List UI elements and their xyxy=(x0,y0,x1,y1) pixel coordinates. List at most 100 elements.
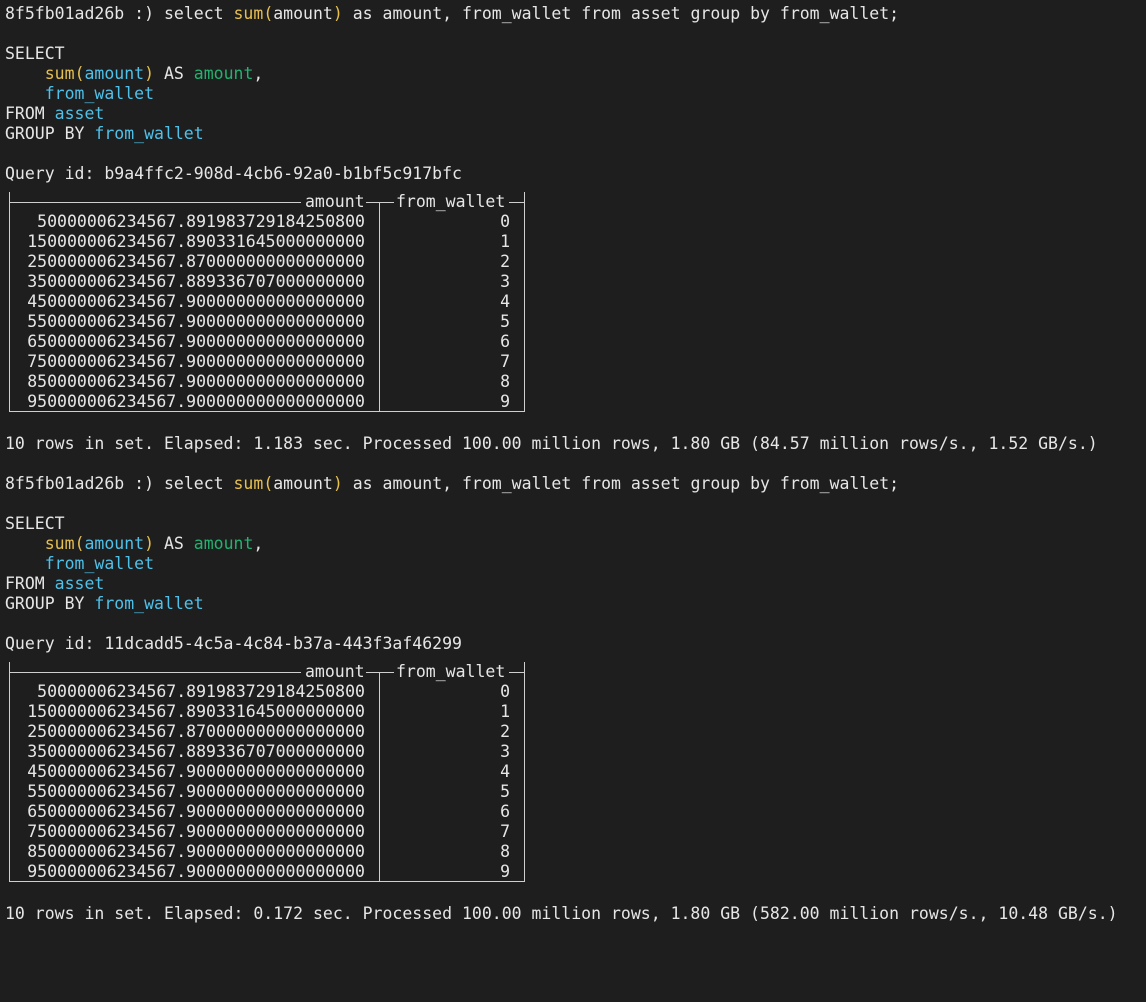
cell-from-wallet: 4 xyxy=(500,292,510,311)
query-id-value: 11dcadd5-4c5a-4c84-b37a-443f3af46299 xyxy=(104,634,462,653)
cell-from-wallet: 1 xyxy=(500,232,510,251)
cell-amount: 450000006234567.900000000000000000 xyxy=(27,292,365,311)
cell-amount: 50000006234567.891983729184250800 xyxy=(37,212,365,231)
formatted-select-expr: sum(amount) AS amount, xyxy=(5,534,1146,554)
identifier: from_wallet xyxy=(94,124,204,143)
cell-from-wallet: 5 xyxy=(500,312,510,331)
keyword: FROM xyxy=(5,104,55,123)
command-text: select xyxy=(163,474,234,493)
cell-from-wallet: 2 xyxy=(500,252,510,271)
table-row: 850000006234567.900000000000000000 8 xyxy=(9,842,525,862)
table-row: 50000006234567.891983729184250800 0 xyxy=(9,212,525,232)
cell-amount: 350000006234567.889336707000000000 xyxy=(27,272,365,291)
prompt-host: 8f5fb01ad26b :) xyxy=(5,4,164,23)
formatted-select: SELECT xyxy=(5,44,1146,64)
keyword: AS xyxy=(154,64,194,83)
paren: ( xyxy=(74,64,85,83)
paren: ( xyxy=(263,474,274,493)
table-row: 650000006234567.900000000000000000 6 xyxy=(9,332,525,352)
paren: ) xyxy=(144,64,155,83)
cell-amount: 250000006234567.870000000000000000 xyxy=(27,252,365,271)
cell-amount: 50000006234567.891983729184250800 xyxy=(37,682,365,701)
formatted-group-by: GROUP BY from_wallet xyxy=(5,124,1146,144)
function-name: sum xyxy=(44,64,75,83)
cell-amount: 350000006234567.889336707000000000 xyxy=(27,742,365,761)
table-row: 750000006234567.900000000000000000 7 xyxy=(9,822,525,842)
border-line xyxy=(509,672,525,673)
cell-amount: 850000006234567.900000000000000000 xyxy=(27,372,365,391)
cell-from-wallet: 6 xyxy=(500,802,510,821)
prompt-line: 8f5fb01ad26b :) select sum(amount) as am… xyxy=(5,4,1146,24)
column-header-amount: amount xyxy=(305,192,365,211)
table-row: 350000006234567.889336707000000000 3 xyxy=(9,742,525,762)
cell-amount: 150000006234567.890331645000000000 xyxy=(27,232,365,251)
cell-amount: 650000006234567.900000000000000000 xyxy=(27,802,365,821)
result-table: amount from_wallet 50000006234567.891983… xyxy=(9,192,525,414)
paren: ( xyxy=(263,4,274,23)
cell-from-wallet: 3 xyxy=(500,272,510,291)
summary-line: 10 rows in set. Elapsed: 1.183 sec. Proc… xyxy=(5,434,1098,453)
paren: ) xyxy=(144,534,155,553)
terminal-window[interactable]: 8f5fb01ad26b :) select sum(amount) as am… xyxy=(5,4,1146,1002)
command-text: as amount, from_wallet from asset group … xyxy=(342,474,900,493)
function-name: sum xyxy=(233,4,264,23)
column-header-amount: amount xyxy=(305,662,365,681)
table-row: 650000006234567.900000000000000000 6 xyxy=(9,802,525,822)
border-line xyxy=(9,202,301,203)
prompt-line: 8f5fb01ad26b :) select sum(amount) as am… xyxy=(5,474,1146,494)
comma: , xyxy=(253,64,264,83)
identifier: from_wallet xyxy=(44,554,155,573)
table-row: 450000006234567.900000000000000000 4 xyxy=(9,292,525,312)
result-table: amount from_wallet 50000006234567.891983… xyxy=(9,662,525,884)
paren: ) xyxy=(332,474,343,493)
function-name: sum xyxy=(233,474,264,493)
keyword: SELECT xyxy=(5,44,65,63)
formatted-from: FROM asset xyxy=(5,104,1146,124)
cell-amount: 950000006234567.900000000000000000 xyxy=(27,392,365,411)
identifier: from_wallet xyxy=(44,84,155,103)
cell-from-wallet: 0 xyxy=(500,682,510,701)
table-body: 50000006234567.891983729184250800 0 150000… xyxy=(9,212,525,412)
cell-amount: 150000006234567.890331645000000000 xyxy=(27,702,365,721)
identifier: amount xyxy=(84,534,145,553)
cell-amount: 550000006234567.900000000000000000 xyxy=(27,782,365,801)
border-line xyxy=(366,672,394,673)
table-row: 550000006234567.900000000000000000 5 xyxy=(9,782,525,802)
table-row: 150000006234567.890331645000000000 1 xyxy=(9,232,525,252)
keyword: AS xyxy=(154,534,194,553)
keyword: GROUP BY xyxy=(5,594,95,613)
cell-amount: 650000006234567.900000000000000000 xyxy=(27,332,365,351)
table-row: 150000006234567.890331645000000000 1 xyxy=(9,702,525,722)
function-name: sum xyxy=(44,534,75,553)
cell-from-wallet: 5 xyxy=(500,782,510,801)
cell-amount: 250000006234567.870000000000000000 xyxy=(27,722,365,741)
cell-from-wallet: 8 xyxy=(500,842,510,861)
alias: amount xyxy=(193,534,254,553)
formatted-from: FROM asset xyxy=(5,574,1146,594)
query-id-line: Query id: b9a4ffc2-908d-4cb6-92a0-b1bf5c… xyxy=(5,164,1146,184)
command-text: as amount, from_wallet from asset group … xyxy=(342,4,900,23)
cell-from-wallet: 3 xyxy=(500,742,510,761)
formatted-select-col: from_wallet xyxy=(5,554,1146,574)
keyword: FROM xyxy=(5,574,55,593)
column-header-from-wallet: from_wallet xyxy=(396,662,506,681)
alias: amount xyxy=(193,64,254,83)
formatted-select-col: from_wallet xyxy=(5,84,1146,104)
table-body: 50000006234567.891983729184250800 0 150000… xyxy=(9,682,525,882)
query-id-label: Query id: xyxy=(5,164,105,183)
function-arg: amount xyxy=(273,474,333,493)
formatted-select-expr: sum(amount) AS amount, xyxy=(5,64,1146,84)
table-row: 950000006234567.900000000000000000 9 xyxy=(9,392,525,412)
keyword: SELECT xyxy=(5,514,65,533)
border-line xyxy=(9,672,301,673)
paren: ( xyxy=(74,534,85,553)
cell-amount: 450000006234567.900000000000000000 xyxy=(27,762,365,781)
border-line xyxy=(509,202,525,203)
table-row: 50000006234567.891983729184250800 0 xyxy=(9,682,525,702)
cell-amount: 550000006234567.900000000000000000 xyxy=(27,312,365,331)
table-row: 950000006234567.900000000000000000 9 xyxy=(9,862,525,882)
cell-from-wallet: 6 xyxy=(500,332,510,351)
table-row: 250000006234567.870000000000000000 2 xyxy=(9,252,525,272)
table-header: amount from_wallet xyxy=(9,192,525,212)
identifier: amount xyxy=(84,64,145,83)
